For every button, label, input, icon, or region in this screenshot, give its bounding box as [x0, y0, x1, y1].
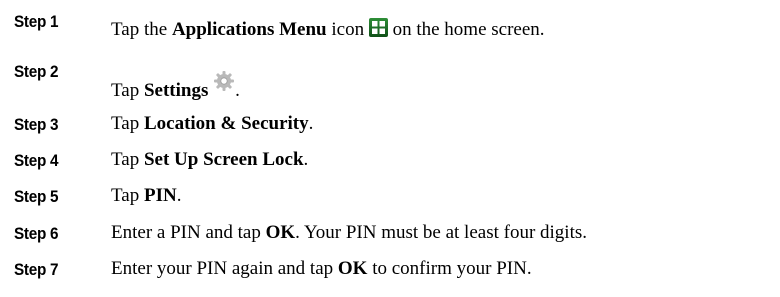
step-label: Step 2 [14, 62, 59, 81]
step-2: Step 2 Tap Settings . [14, 62, 780, 101]
text-run: Tap the [111, 19, 172, 40]
step-text: Tap Location & Security. [111, 113, 313, 135]
ui-term: Applications Menu [171, 19, 327, 40]
text-run: Tap [111, 80, 144, 101]
text-run: icon [326, 19, 369, 40]
text-run: on the home screen. [387, 19, 545, 40]
text-run: . [303, 149, 309, 170]
step-text: Tap Settings . [111, 70, 240, 102]
step-text: Tap the Applications Menu icon on the ho… [111, 18, 545, 43]
step-label: Step 7 [14, 260, 59, 279]
ui-term: OK [337, 258, 368, 279]
ui-term: PIN [143, 185, 177, 206]
step-label: Step 4 [14, 151, 59, 170]
step-text: Tap Set Up Screen Lock. [111, 149, 308, 171]
step-4: Step 4 Tap Set Up Screen Lock. [14, 149, 780, 181]
text-run: Enter your PIN again and tap [111, 258, 338, 279]
step-label: Step 1 [14, 12, 59, 31]
step-6: Step 6 Enter a PIN and tap OK. Your PIN … [14, 222, 780, 254]
step-3: Step 3 Tap Location & Security. [14, 113, 780, 145]
step-text: Enter your PIN again and tap OK to confi… [111, 258, 532, 280]
ui-term: Settings [143, 80, 209, 101]
ui-term: Set Up Screen Lock [143, 149, 304, 170]
settings-gear-icon [213, 70, 235, 98]
text-run: Tap [111, 149, 144, 170]
applications-menu-icon [368, 18, 388, 43]
ui-term: OK [265, 222, 296, 243]
step-text: Enter a PIN and tap OK. Your PIN must be… [111, 222, 587, 244]
text-run: . [176, 185, 182, 206]
step-5: Step 5 Tap PIN. [14, 185, 780, 217]
ui-term: Location & Security [143, 113, 309, 134]
step-text: Tap PIN. [111, 185, 181, 207]
step-label: Step 6 [14, 224, 59, 243]
text-run: . Your PIN must be at least four digits. [295, 222, 588, 243]
text-run: . [308, 113, 314, 134]
text-run: to confirm your PIN. [367, 258, 532, 279]
step-label: Step 5 [14, 187, 59, 206]
text-run: Enter a PIN and tap [111, 222, 266, 243]
step-label: Step 3 [14, 115, 59, 134]
step-1: Step 1 Tap the Applications Menu icon on… [14, 12, 780, 42]
step-7: Step 7 Enter your PIN again and tap OK t… [14, 258, 780, 290]
text-run: . [235, 80, 240, 101]
text-run: Tap [111, 185, 144, 206]
text-run: Tap [111, 113, 144, 134]
